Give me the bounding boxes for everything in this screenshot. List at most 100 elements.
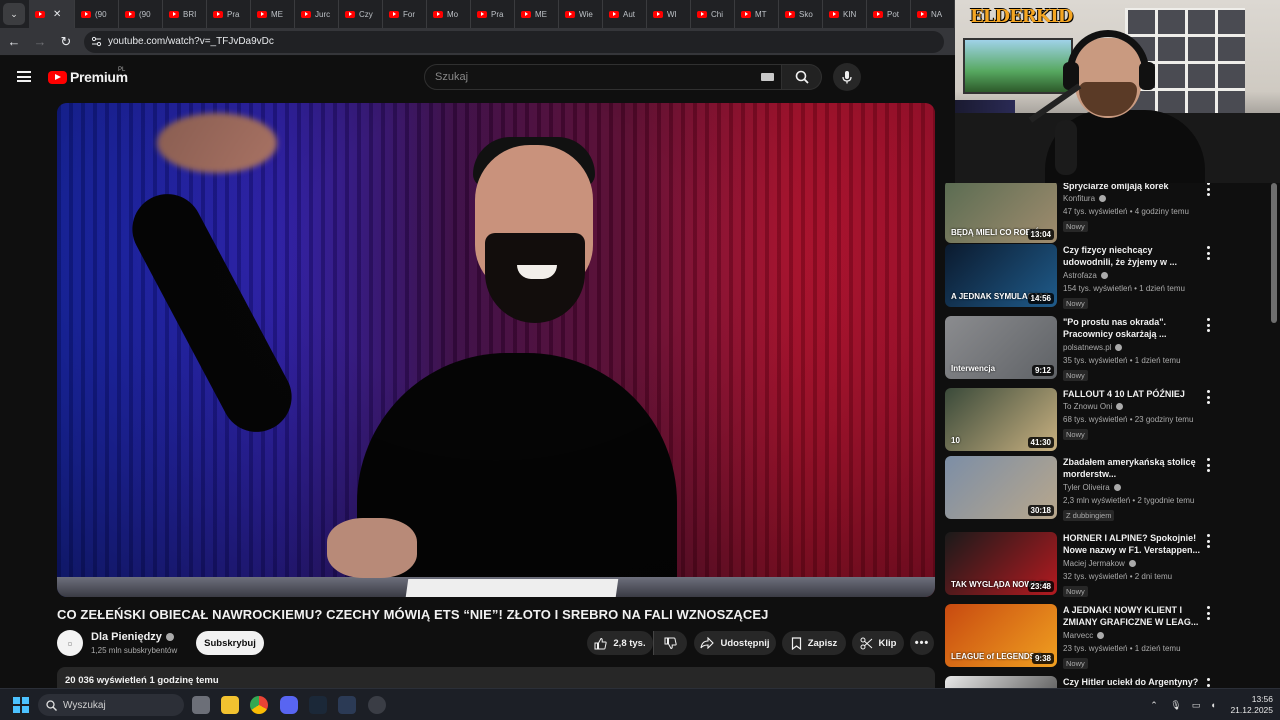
scrollbar[interactable] — [1271, 183, 1277, 323]
browser-tab[interactable]: NA — [911, 0, 955, 28]
recommendation-channel[interactable]: Tyler Oliveira — [1063, 483, 1121, 492]
recommendation-title[interactable]: "Po prostu nas okrada". Pracownicy oskar… — [1063, 316, 1201, 340]
search-button[interactable] — [782, 64, 822, 90]
taskbar-search[interactable]: Wyszukaj — [38, 694, 184, 716]
recommendation-channel[interactable]: Maciej Jermakow — [1063, 559, 1136, 568]
recommendation-item[interactable]: 10 41:30 FALLOUT 4 10 LAT PÓŹNIEJ To Znowu … — [945, 388, 1270, 454]
more-vertical-icon[interactable] — [1203, 606, 1213, 620]
windows-start-button[interactable] — [13, 697, 29, 713]
obs-icon[interactable] — [368, 696, 386, 714]
more-vertical-icon[interactable] — [1203, 678, 1213, 688]
browser-tab[interactable]: Czy — [339, 0, 383, 28]
browser-tab[interactable]: Pra — [207, 0, 251, 28]
save-button[interactable]: Zapisz — [782, 631, 846, 655]
browser-tab[interactable]: Pra — [471, 0, 515, 28]
browser-tab[interactable]: Pot — [867, 0, 911, 28]
browser-tab[interactable]: WI — [647, 0, 691, 28]
chrome-icon[interactable] — [250, 696, 268, 714]
recommendation-item[interactable]: BĘDĄ MIELI CO ROBIĆ 13:04 Spryciarze omija… — [945, 183, 1270, 246]
recommendation-title[interactable]: A JEDNAK! NOWY KLIENT I ZMIANY GRAFICZNE… — [1063, 604, 1201, 628]
recommendation-channel[interactable]: polsatnews.pl — [1063, 343, 1123, 352]
video-player[interactable] — [57, 103, 935, 597]
recommendation-badge: Nowy — [1063, 370, 1088, 381]
browser-tab[interactable]: MT — [735, 0, 779, 28]
browser-tab[interactable]: Mo — [427, 0, 471, 28]
taskbar-clock[interactable]: 13:56 21.12.2025 — [1225, 694, 1273, 716]
forward-button[interactable]: → — [28, 30, 52, 54]
recommendation-channel[interactable]: Konfitura — [1063, 194, 1107, 203]
file-explorer-icon[interactable] — [221, 696, 239, 714]
recommendation-item[interactable]: TAK WYGLĄDA NOWA F1 23:48 HORNER I ALPINE?… — [945, 532, 1270, 598]
recommendation-item[interactable]: 30:18 Zbadałem amerykańską stolicę morder… — [945, 456, 1270, 522]
browser-tab[interactable]: Wie — [559, 0, 603, 28]
recommendation-item[interactable]: Interwencja 9:12 "Po prostu nas okrada". P… — [945, 316, 1270, 382]
task-view-icon[interactable] — [192, 696, 210, 714]
recommendation-channel[interactable]: Marvecc — [1063, 631, 1105, 640]
menu-icon[interactable] — [17, 71, 31, 82]
browser-tab[interactable]: BRI — [163, 0, 207, 28]
tray-volume-icon[interactable]: ◖ — [1207, 699, 1219, 711]
recommendation-channel[interactable]: Astrofaza — [1063, 271, 1108, 280]
search-input[interactable]: Szukaj — [424, 64, 782, 90]
recommendation-item[interactable]: LEAGUE of LEGENDS 2 9:38 A JEDNAK! NOWY KL… — [945, 604, 1270, 670]
browser-tab[interactable]: Jurc — [295, 0, 339, 28]
youtube-logo[interactable]: Premium — [48, 69, 128, 85]
omnibox[interactable]: youtube.com/watch?v=_TFJvDa9vDc — [84, 30, 944, 53]
more-vertical-icon[interactable] — [1203, 534, 1213, 548]
share-button[interactable]: Udostępnij — [694, 631, 776, 655]
steam-icon[interactable] — [309, 696, 327, 714]
keyboard-icon[interactable] — [761, 73, 774, 81]
browser-tab[interactable]: ME — [251, 0, 295, 28]
recommendation-thumbnail[interactable]: A JEDNAK SYMULACJA? 14:56 — [945, 244, 1057, 307]
back-button[interactable]: ← — [2, 30, 26, 54]
tab-close-icon[interactable]: ✕ — [53, 9, 61, 20]
tab-search-button[interactable]: ⌄ — [3, 3, 25, 25]
browser-tab[interactable]: Chi — [691, 0, 735, 28]
browser-tab[interactable]: (90 — [119, 0, 163, 28]
browser-tab[interactable]: (90 — [75, 0, 119, 28]
browser-tab[interactable]: Aut — [603, 0, 647, 28]
more-actions-button[interactable]: ••• — [910, 631, 934, 655]
more-vertical-icon[interactable] — [1203, 458, 1213, 472]
recommendation-thumbnail[interactable]: 10 41:30 — [945, 388, 1057, 451]
recommendation-thumbnail[interactable]: BĘDĄ MIELI CO ROBIĆ 13:04 — [945, 183, 1057, 243]
browser-tab[interactable]: ✕ — [29, 0, 75, 28]
discord-icon[interactable] — [280, 696, 298, 714]
recommendation-title[interactable]: Czy fizycy niechcący udowodnili, że żyje… — [1063, 244, 1201, 268]
recommendation-item[interactable]: UCIECZKA Czy Hitler uciekł do Argentyny? — [945, 676, 1270, 688]
site-info-icon[interactable] — [90, 36, 102, 48]
channel-avatar[interactable]: ◯ — [57, 630, 83, 656]
recommendation-title[interactable]: Spryciarze omijają korek — [1063, 183, 1201, 192]
browser-tab[interactable]: For — [383, 0, 427, 28]
recommendation-thumbnail[interactable]: UCIECZKA — [945, 676, 1057, 688]
browser-tab[interactable]: Sko — [779, 0, 823, 28]
more-vertical-icon[interactable] — [1203, 183, 1213, 196]
recommendation-title[interactable]: Czy Hitler uciekł do Argentyny? — [1063, 676, 1201, 688]
tray-mic-icon[interactable]: 🎙 — [1170, 699, 1182, 711]
tray-display-icon[interactable]: ▭ — [1190, 699, 1202, 711]
dislike-button[interactable] — [653, 631, 687, 655]
recommendation-title[interactable]: FALLOUT 4 10 LAT PÓŹNIEJ — [1063, 388, 1201, 400]
browser-tab[interactable]: KIN — [823, 0, 867, 28]
thumbs-up-icon — [594, 637, 608, 649]
recommendation-thumbnail[interactable]: Interwencja 9:12 — [945, 316, 1057, 379]
channel-name[interactable]: Dla Pieniędzy — [91, 631, 174, 643]
clip-button[interactable]: Klip — [852, 631, 904, 655]
subscribe-button[interactable]: Subskrybuj — [196, 631, 264, 655]
recommendation-title[interactable]: HORNER I ALPINE? Spokojnie! Nowe nazwy w… — [1063, 532, 1201, 556]
recommendation-title[interactable]: Zbadałem amerykańską stolicę morderstw..… — [1063, 456, 1201, 480]
recommendation-thumbnail[interactable]: TAK WYGLĄDA NOWA F1 23:48 — [945, 532, 1057, 595]
more-vertical-icon[interactable] — [1203, 390, 1213, 404]
more-vertical-icon[interactable] — [1203, 246, 1213, 260]
recommendation-thumbnail[interactable]: LEAGUE of LEGENDS 2 9:38 — [945, 604, 1057, 667]
like-button[interactable]: 2,8 tys. — [587, 631, 653, 655]
voice-search-button[interactable] — [833, 63, 861, 91]
reload-button[interactable]: ↻ — [54, 30, 78, 54]
browser-tab[interactable]: ME — [515, 0, 559, 28]
tray-chevron-icon[interactable]: ⌃ — [1148, 699, 1160, 711]
recommendation-item[interactable]: A JEDNAK SYMULACJA? 14:56 Czy fizycy niech… — [945, 244, 1270, 310]
app-icon[interactable] — [338, 696, 356, 714]
more-vertical-icon[interactable] — [1203, 318, 1213, 332]
recommendation-channel[interactable]: To Znowu Oni — [1063, 402, 1124, 411]
recommendation-thumbnail[interactable]: 30:18 — [945, 456, 1057, 519]
